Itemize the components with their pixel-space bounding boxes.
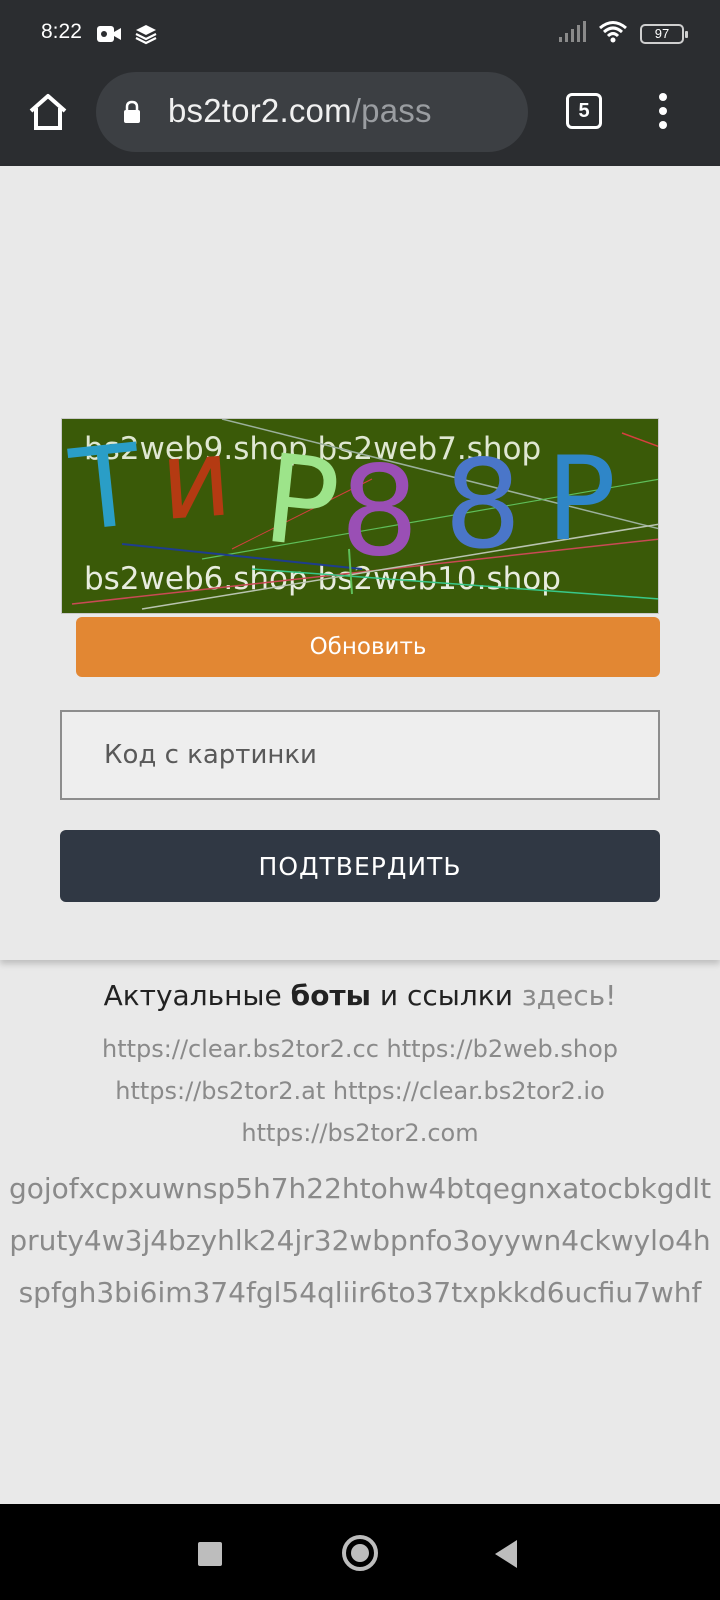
captcha-code-input[interactable]	[60, 710, 660, 800]
wifi-icon	[598, 20, 628, 48]
recents-icon[interactable]	[198, 1542, 222, 1566]
address-bar[interactable]: bs2tor2.com/pass	[96, 72, 528, 152]
more-menu-icon[interactable]	[650, 90, 676, 134]
mirror-links-line-1[interactable]: https://clear.bs2tor2.cc https://b2web.s…	[0, 1035, 720, 1063]
onion-link-1[interactable]: gojofxcpxuwnsp5h7h22htohw4btqegnxatocbkg…	[0, 1172, 720, 1205]
heading-prefix: Актуальные	[103, 979, 291, 1012]
onion-link-1-text[interactable]: gojofxcpxuwnsp5h7h22htohw4btqegnxatocbkg…	[9, 1172, 711, 1205]
status-time: 8:22	[41, 20, 82, 43]
onion-link-2[interactable]: pruty4w3j4bzyhlk24jr32wbpnfo3oyywn4ckwyl…	[0, 1224, 720, 1257]
status-right: 97	[558, 20, 688, 48]
lock-icon	[122, 100, 142, 124]
video-camera-icon	[96, 22, 122, 46]
url-text: bs2tor2.com/pass	[168, 92, 432, 130]
mirror-links-line-2[interactable]: https://bs2tor2.at https://clear.bs2tor2…	[0, 1077, 720, 1105]
layers-icon	[134, 22, 160, 46]
captcha-char: P	[258, 427, 346, 576]
system-navigation-bar	[0, 1504, 720, 1600]
tab-switcher-button[interactable]: 5	[566, 93, 602, 129]
captcha-char: и	[156, 419, 235, 545]
captcha-card: bs2web9.shop bs2web7.shop bs2web6.shop b…	[0, 166, 720, 960]
refresh-captcha-button[interactable]: Обновить	[76, 617, 660, 677]
onion-link-3[interactable]: spfgh3bi6im374fgl54qliir6to37txpkkd6ucfi…	[0, 1276, 720, 1309]
mirror-links-line-3[interactable]: https://bs2tor2.com	[0, 1119, 720, 1147]
url-path: /pass	[351, 92, 432, 129]
browser-toolbar: bs2tor2.com/pass 5	[0, 68, 720, 166]
captcha-char: 8	[340, 440, 419, 584]
captcha-char: P	[546, 432, 616, 567]
home-circle-icon[interactable]	[342, 1535, 378, 1571]
url-domain: bs2tor2.com	[168, 92, 352, 129]
captcha-image: bs2web9.shop bs2web7.shop bs2web6.shop b…	[61, 418, 659, 614]
captcha-char: 8	[444, 434, 522, 576]
heading-middle: и ссылки	[370, 979, 522, 1012]
bots-links-heading: Актуальные боты и ссылки здесь!	[0, 979, 720, 1012]
heading-bold: боты	[290, 979, 371, 1012]
signal-icon	[558, 21, 586, 47]
home-icon[interactable]	[26, 90, 70, 134]
back-icon[interactable]	[495, 1540, 517, 1568]
battery-icon: 97	[640, 24, 688, 44]
confirm-button[interactable]: ПОДТВЕРДИТЬ	[60, 830, 660, 902]
onion-link-2-text[interactable]: pruty4w3j4bzyhlk24jr32wbpnfo3oyywn4ckwyl…	[9, 1224, 710, 1257]
status-bar: 8:22 97	[0, 0, 720, 68]
captcha-char: T	[64, 420, 147, 557]
here-link[interactable]: здесь!	[522, 979, 617, 1012]
onion-link-3-text[interactable]: spfgh3bi6im374fgl54qliir6to37txpkkd6ucfi…	[19, 1276, 702, 1309]
